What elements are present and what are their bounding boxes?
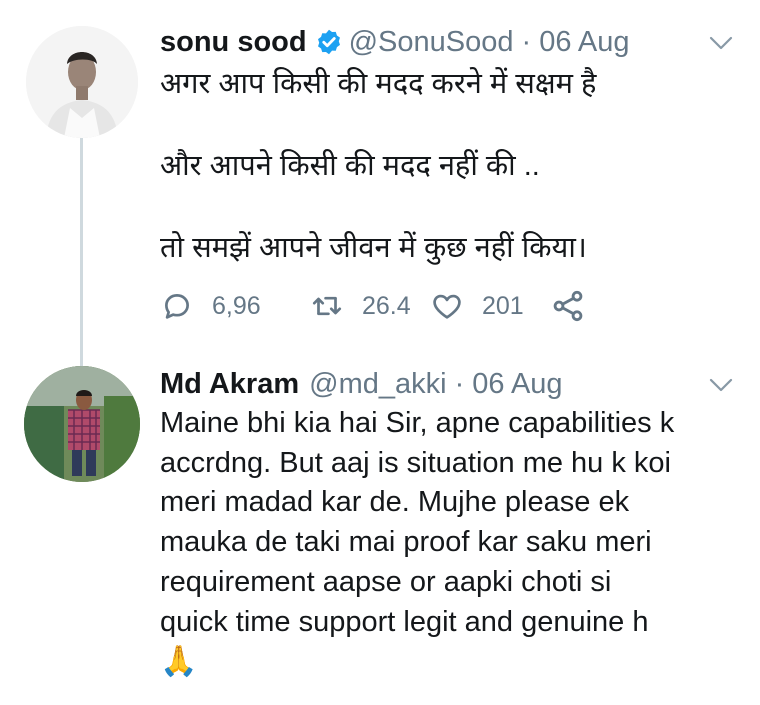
chevron-down-icon[interactable] <box>708 372 734 398</box>
reply-text-line: mauka de taki mai proof kar saku meri <box>160 526 652 559</box>
reply-text: Maine bhi kia hai Sir, apne capabilities… <box>160 404 674 682</box>
author-handle[interactable]: @md_akki <box>309 368 446 401</box>
like-count: 201 <box>482 291 524 320</box>
tweet-text-line: अगर आप किसी की मदद करने में सक्षम है <box>160 68 597 100</box>
verified-badge-icon <box>315 28 343 56</box>
retweet-button[interactable]: 26.4 <box>310 289 430 323</box>
separator-dot: · <box>454 367 465 400</box>
folded-hands-emoji: 🙏 <box>160 645 198 679</box>
reply-text-line: accrdng. But aaj is situation me hu k ko… <box>160 446 671 479</box>
reply-count: 6,96 <box>212 291 261 320</box>
reply-text-line: Maine bhi kia hai Sir, apne capabilities… <box>160 407 675 439</box>
reply-header: Md Akram @md_akki · 06 Aug <box>160 364 563 404</box>
tweet-actions: 6,96 26.4 201 <box>160 284 600 328</box>
author-handle[interactable]: @SonuSood <box>349 26 514 59</box>
avatar-photo <box>24 366 140 482</box>
tweet-header: sonu sood @SonuSood · 06 Aug <box>160 22 630 62</box>
chevron-down-icon[interactable] <box>708 30 734 56</box>
thread-connector-line <box>80 138 83 366</box>
separator-dot: · <box>521 25 532 58</box>
reply-icon <box>165 294 189 319</box>
share-button[interactable] <box>550 288 586 324</box>
author-name[interactable]: Md Akram <box>160 368 299 401</box>
avatar[interactable] <box>24 366 140 482</box>
tweet-date[interactable]: 06 Aug <box>472 368 562 401</box>
author-name[interactable]: sonu sood <box>160 26 307 59</box>
reply-text-line: meri madad kar de. Mujhe please ek <box>160 486 630 519</box>
like-button[interactable]: 201 <box>430 289 550 323</box>
reply-text-line: quick time support legit and genuine h <box>160 605 649 638</box>
retweet-icon <box>312 296 342 316</box>
tweet-text-line: और आपने किसी की मदद नहीं की .. <box>160 150 540 182</box>
reply-text-line: requirement aapse or aapki choti si <box>160 565 612 598</box>
retweet-count: 26.4 <box>362 291 411 320</box>
tweet-date[interactable]: 06 Aug <box>539 26 629 59</box>
share-icon <box>553 290 583 322</box>
heart-icon <box>433 294 461 319</box>
tweet-text: अगर आप किसी की मदद करने में सक्षम है और … <box>160 64 596 268</box>
tweet-text-line: तो समझें आपने जीवन में कुछ नहीं किया। <box>160 232 587 264</box>
avatar-photo <box>26 26 138 138</box>
reply-button[interactable]: 6,96 <box>160 289 310 323</box>
avatar[interactable] <box>26 26 138 138</box>
